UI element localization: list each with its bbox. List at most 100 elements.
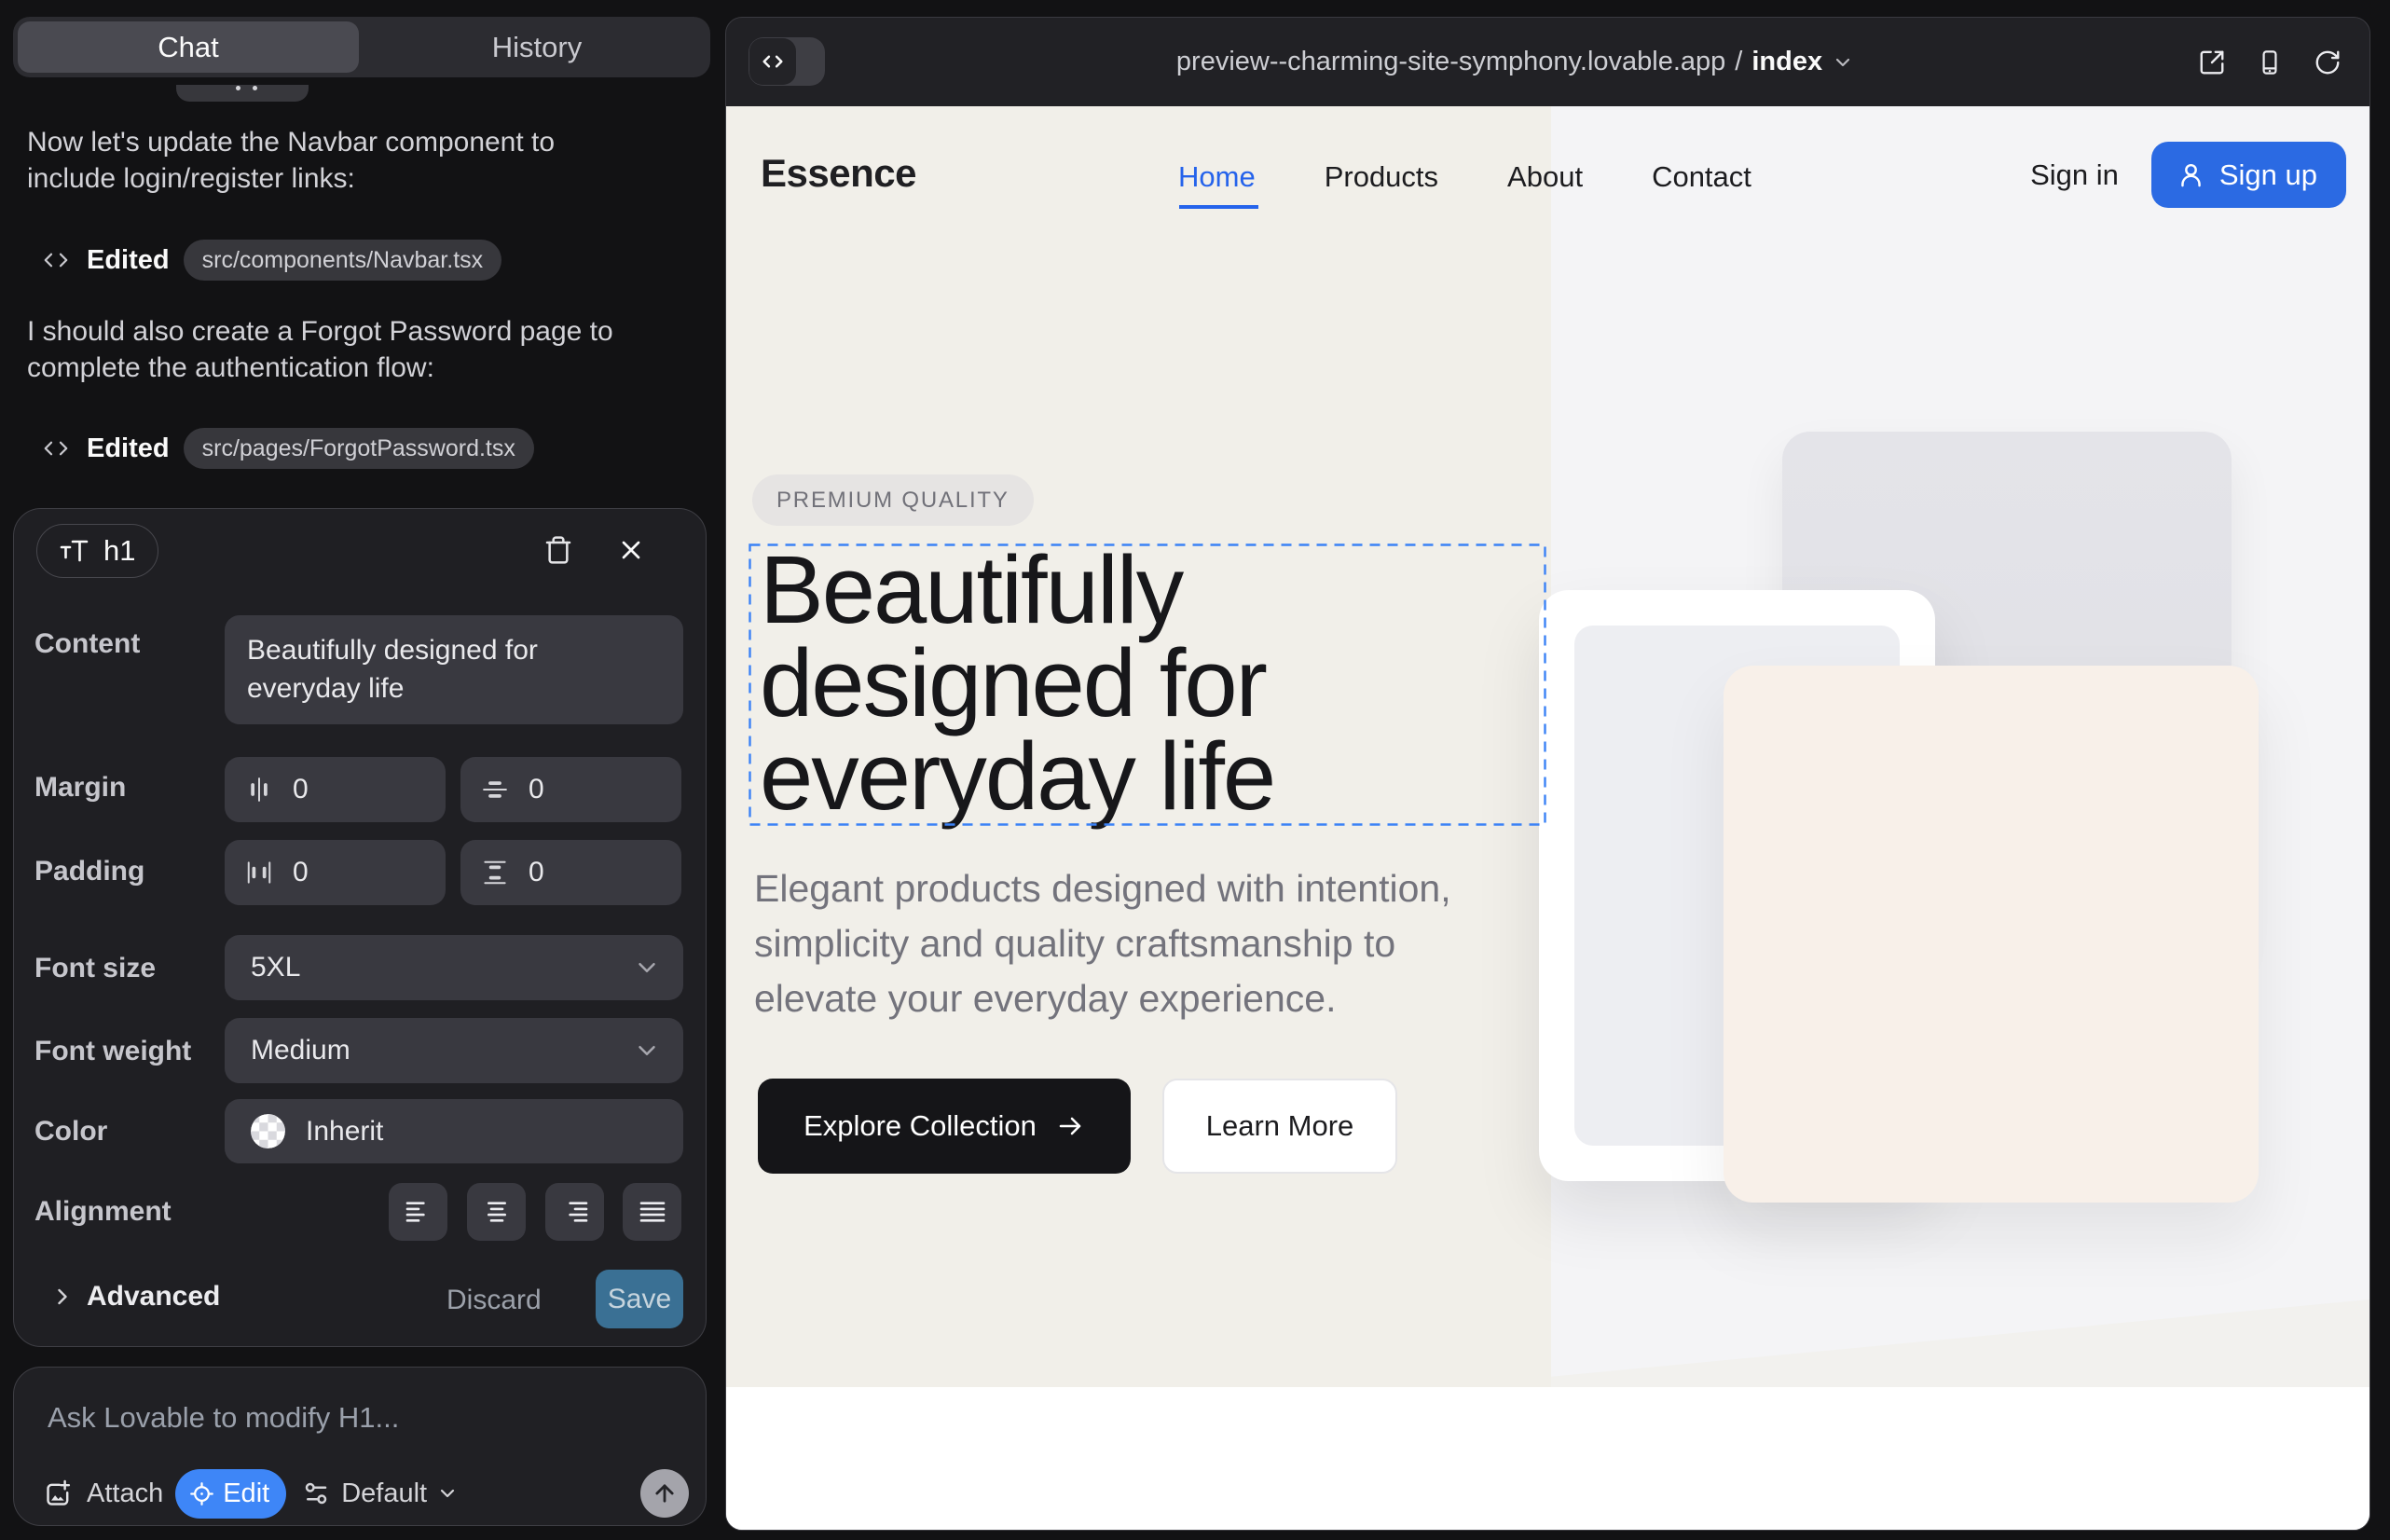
site-auth-actions: Sign in Sign up xyxy=(2030,142,2346,208)
transparency-swatch-icon xyxy=(251,1114,285,1148)
font-weight-field-label: Font weight xyxy=(34,1036,191,1067)
margin-y-input[interactable]: 0 xyxy=(460,757,681,822)
edited-label: Edited xyxy=(87,433,170,464)
margin-x-input[interactable]: 0 xyxy=(225,757,446,822)
decor-card-cream xyxy=(1724,666,2259,1203)
image-plus-icon[interactable] xyxy=(44,1479,73,1508)
align-center-button[interactable] xyxy=(467,1183,526,1241)
font-weight-select[interactable]: Medium xyxy=(225,1018,683,1083)
content-input[interactable]: Beautifully designed for everyday life xyxy=(225,615,683,724)
font-weight-value: Medium xyxy=(251,1035,350,1066)
preview-topbar: preview--charming-site-symphony.lovable.… xyxy=(726,18,2369,106)
nav-link-about[interactable]: About xyxy=(1507,160,1583,194)
nav-link-contact[interactable]: Contact xyxy=(1652,160,1751,194)
learn-more-button[interactable]: Learn More xyxy=(1162,1079,1397,1174)
arrow-right-icon xyxy=(1055,1111,1085,1141)
align-justify-button[interactable] xyxy=(623,1183,681,1241)
chevron-right-icon xyxy=(49,1284,76,1310)
margin-y-value: 0 xyxy=(529,774,544,805)
hero-heading-line: everyday life xyxy=(760,730,1274,823)
save-button[interactable]: Save xyxy=(596,1270,683,1328)
alignment-field-label: Alignment xyxy=(34,1196,172,1228)
font-size-select[interactable]: 5XL xyxy=(225,935,683,1000)
align-left-button[interactable] xyxy=(389,1183,447,1241)
padding-y-icon xyxy=(481,859,509,887)
sliders-icon xyxy=(302,1479,330,1507)
sign-up-button[interactable]: Sign up xyxy=(2151,142,2346,208)
edited-label: Edited xyxy=(87,245,170,276)
mode-select[interactable]: Default xyxy=(341,1478,427,1509)
chevron-down-icon xyxy=(633,1037,661,1065)
content-field-label: Content xyxy=(34,628,140,660)
margin-y-icon xyxy=(481,776,509,804)
hero-heading[interactable]: Beautifully designed for everyday life xyxy=(760,543,1274,823)
hero-paragraph: Elegant products designed with intention… xyxy=(754,861,1490,1026)
hero-badge: PREMIUM QUALITY xyxy=(752,474,1034,526)
url-separator: / xyxy=(1735,47,1742,77)
padding-field-label: Padding xyxy=(34,856,144,887)
padding-x-input[interactable]: 0 xyxy=(225,840,446,905)
nav-active-underline xyxy=(1179,205,1258,209)
delete-element-button[interactable] xyxy=(538,529,579,571)
site-canvas: Essence Home Products About Contact Sign… xyxy=(726,106,2369,1531)
nav-link-home[interactable]: Home xyxy=(1178,160,1256,194)
composer-toolbar: Attach Edit Default xyxy=(44,1468,459,1519)
sign-in-link[interactable]: Sign in xyxy=(2030,158,2119,192)
code-icon xyxy=(749,38,796,85)
element-editor-panel: h1 Content Beautifully designed for ever… xyxy=(13,508,707,1347)
code-preview-toggle[interactable] xyxy=(749,37,825,86)
chat-message: Now let's update the Navbar component to… xyxy=(27,124,628,197)
close-panel-button[interactable] xyxy=(611,529,652,571)
refresh-icon[interactable] xyxy=(2314,48,2342,76)
color-value: Inherit xyxy=(306,1116,383,1148)
hero-actions: Explore Collection Learn More xyxy=(758,1079,1397,1174)
padding-y-value: 0 xyxy=(529,857,544,888)
chevron-down-icon xyxy=(633,954,661,982)
send-button[interactable] xyxy=(640,1469,689,1518)
explore-collection-label: Explore Collection xyxy=(804,1109,1037,1143)
url-host: preview--charming-site-symphony.lovable.… xyxy=(1176,47,1725,77)
composer-input[interactable]: Ask Lovable to modify H1... xyxy=(48,1401,399,1435)
font-size-value: 5XL xyxy=(251,952,300,983)
preview-window: preview--charming-site-symphony.lovable.… xyxy=(725,17,2370,1531)
edited-file-row: Edited src/pages/ForgotPassword.tsx xyxy=(42,427,534,470)
external-link-icon[interactable] xyxy=(2198,48,2226,76)
user-icon xyxy=(2177,160,2205,189)
advanced-label: Advanced xyxy=(87,1281,220,1313)
file-chip[interactable]: src/pages/ForgotPassword.tsx xyxy=(184,428,534,469)
padding-x-value: 0 xyxy=(293,857,309,888)
hero-heading-line: Beautifully xyxy=(760,543,1274,637)
padding-y-input[interactable]: 0 xyxy=(460,840,681,905)
smartphone-icon[interactable] xyxy=(2257,49,2283,76)
explore-collection-button[interactable]: Explore Collection xyxy=(758,1079,1131,1174)
chevron-down-icon xyxy=(436,1482,459,1505)
margin-x-value: 0 xyxy=(293,774,309,805)
edited-file-row: Edited src/components/Navbar.tsx xyxy=(42,239,501,282)
align-right-button[interactable] xyxy=(545,1183,604,1241)
site-logo[interactable]: Essence xyxy=(761,151,916,196)
margin-x-icon xyxy=(245,776,273,804)
element-tag-pill: h1 xyxy=(36,524,158,578)
tab-history[interactable]: History xyxy=(364,17,710,77)
nav-link-products[interactable]: Products xyxy=(1325,160,1438,194)
preview-actions xyxy=(2198,18,2342,106)
color-field-label: Color xyxy=(34,1116,107,1148)
preview-url[interactable]: preview--charming-site-symphony.lovable.… xyxy=(726,18,2369,106)
composer: Ask Lovable to modify H1... Attach Edit … xyxy=(13,1367,707,1526)
element-tag-name: h1 xyxy=(103,534,135,568)
discard-button[interactable]: Discard xyxy=(446,1285,542,1316)
edit-mode-pill[interactable]: Edit xyxy=(175,1469,286,1519)
margin-field-label: Margin xyxy=(34,772,126,804)
color-select[interactable]: Inherit xyxy=(225,1099,683,1163)
url-page: index xyxy=(1751,47,1822,77)
scrolled-file-chip xyxy=(176,85,309,102)
code-icon xyxy=(42,434,70,462)
attach-button[interactable]: Attach xyxy=(87,1478,163,1509)
file-chip[interactable]: src/components/Navbar.tsx xyxy=(184,240,502,281)
advanced-toggle[interactable]: Advanced xyxy=(49,1281,220,1313)
lovable-workspace: Chat History Now let's update the Navbar… xyxy=(0,0,2390,1540)
hero-heading-line: designed for xyxy=(760,637,1274,730)
locate-icon xyxy=(189,1481,214,1506)
sign-up-label: Sign up xyxy=(2219,158,2317,192)
tab-chat[interactable]: Chat xyxy=(18,21,359,73)
